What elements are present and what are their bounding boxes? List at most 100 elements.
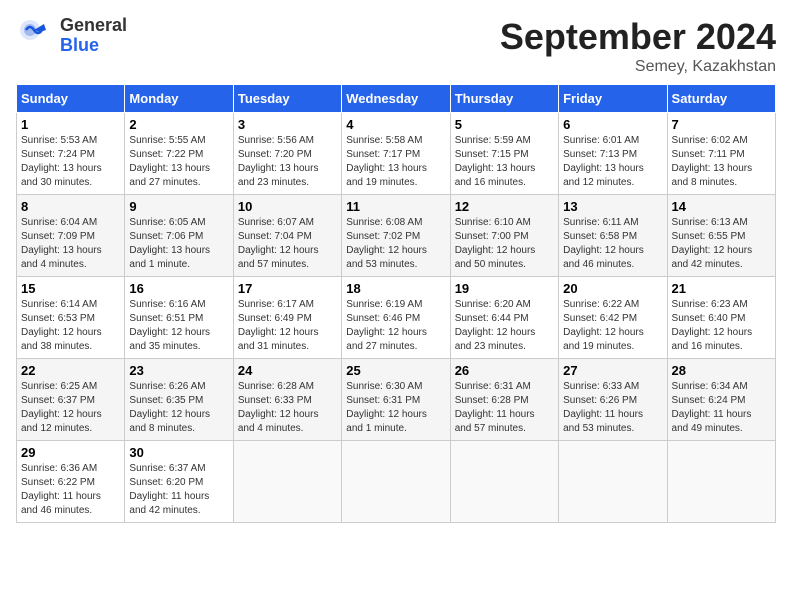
day-info: Sunrise: 6:14 AM Sunset: 6:53 PM Dayligh… — [21, 299, 102, 352]
table-row — [450, 441, 558, 523]
table-row: 28Sunrise: 6:34 AM Sunset: 6:24 PM Dayli… — [667, 359, 775, 441]
day-info: Sunrise: 6:34 AM Sunset: 6:24 PM Dayligh… — [672, 381, 752, 434]
day-number: 8 — [21, 199, 120, 214]
day-number: 4 — [346, 117, 445, 132]
table-row: 22 Sunrise: 6:25 AM Sunset: 6:37 PM Dayli… — [17, 359, 125, 441]
table-row: 14 Sunrise: 6:13 AM Sunset: 6:55 PM Dayli… — [667, 195, 775, 277]
table-row — [559, 441, 667, 523]
day-number: 7 — [672, 117, 771, 132]
table-row: 7 Sunrise: 6:02 AM Sunset: 7:11 PM Daylig… — [667, 113, 775, 195]
day-info: Sunrise: 5:58 AM Sunset: 7:17 PM Dayligh… — [346, 135, 427, 188]
day-info: Sunrise: 6:08 AM Sunset: 7:02 PM Dayligh… — [346, 217, 427, 270]
logo-text: General Blue — [60, 16, 127, 56]
day-number: 2 — [129, 117, 228, 132]
day-info: Sunrise: 6:17 AM Sunset: 6:49 PM Dayligh… — [238, 299, 319, 352]
month-title: September 2024 — [500, 16, 776, 58]
col-sunday: Sunday — [17, 85, 125, 113]
day-number: 10 — [238, 199, 337, 214]
table-row: 1 Sunrise: 5:53 AM Sunset: 7:24 PM Daylig… — [17, 113, 125, 195]
day-number: 27 — [563, 363, 662, 378]
table-row: 10 Sunrise: 6:07 AM Sunset: 7:04 PM Dayli… — [233, 195, 341, 277]
day-number: 1 — [21, 117, 120, 132]
day-number: 21 — [672, 281, 771, 296]
calendar-table: Sunday Monday Tuesday Wednesday Thursday… — [16, 84, 776, 523]
day-info: Sunrise: 6:23 AM Sunset: 6:40 PM Dayligh… — [672, 299, 753, 352]
table-row: 6 Sunrise: 6:01 AM Sunset: 7:13 PM Daylig… — [559, 113, 667, 195]
day-info: Sunrise: 6:10 AM Sunset: 7:00 PM Dayligh… — [455, 217, 536, 270]
day-number: 12 — [455, 199, 554, 214]
table-row — [233, 441, 341, 523]
table-row — [342, 441, 450, 523]
table-row: 13 Sunrise: 6:11 AM Sunset: 6:58 PM Dayli… — [559, 195, 667, 277]
day-info: Sunrise: 6:11 AM Sunset: 6:58 PM Dayligh… — [563, 217, 644, 270]
day-number: 17 — [238, 281, 337, 296]
day-number: 19 — [455, 281, 554, 296]
table-row: 19Sunrise: 6:20 AM Sunset: 6:44 PM Dayli… — [450, 277, 558, 359]
day-info: Sunrise: 6:30 AM Sunset: 6:31 PM Dayligh… — [346, 381, 427, 434]
table-row: 9 Sunrise: 6:05 AM Sunset: 7:06 PM Daylig… — [125, 195, 233, 277]
day-info: Sunrise: 6:37 AM Sunset: 6:20 PM Dayligh… — [129, 463, 209, 516]
day-number: 20 — [563, 281, 662, 296]
day-info: Sunrise: 6:01 AM Sunset: 7:13 PM Dayligh… — [563, 135, 644, 188]
table-row: 26 Sunrise: 6:31 AM Sunset: 6:28 PM Dayli… — [450, 359, 558, 441]
table-row: 8Sunrise: 6:04 AM Sunset: 7:09 PM Daylig… — [17, 195, 125, 277]
day-info: Sunrise: 6:07 AM Sunset: 7:04 PM Dayligh… — [238, 217, 319, 270]
calendar-week-5: 29Sunrise: 6:36 AM Sunset: 6:22 PM Dayli… — [17, 441, 776, 523]
day-info: Sunrise: 6:25 AM Sunset: 6:37 PM Dayligh… — [21, 381, 102, 434]
table-row: 15 Sunrise: 6:14 AM Sunset: 6:53 PM Dayli… — [17, 277, 125, 359]
day-info: Sunrise: 5:59 AM Sunset: 7:15 PM Dayligh… — [455, 135, 536, 188]
day-info: Sunrise: 6:28 AM Sunset: 6:33 PM Dayligh… — [238, 381, 319, 434]
day-info: Sunrise: 6:16 AM Sunset: 6:51 PM Dayligh… — [129, 299, 210, 352]
day-info: Sunrise: 6:13 AM Sunset: 6:55 PM Dayligh… — [672, 217, 753, 270]
table-row: 3Sunrise: 5:56 AM Sunset: 7:20 PM Daylig… — [233, 113, 341, 195]
day-info: Sunrise: 6:22 AM Sunset: 6:42 PM Dayligh… — [563, 299, 644, 352]
calendar-week-2: 8Sunrise: 6:04 AM Sunset: 7:09 PM Daylig… — [17, 195, 776, 277]
day-info: Sunrise: 5:53 AM Sunset: 7:24 PM Dayligh… — [21, 135, 102, 188]
day-info: Sunrise: 6:31 AM Sunset: 6:28 PM Dayligh… — [455, 381, 535, 434]
table-row: 12 Sunrise: 6:10 AM Sunset: 7:00 PM Dayli… — [450, 195, 558, 277]
col-monday: Monday — [125, 85, 233, 113]
day-number: 23 — [129, 363, 228, 378]
day-number: 24 — [238, 363, 337, 378]
day-number: 16 — [129, 281, 228, 296]
table-row — [667, 441, 775, 523]
day-number: 29 — [21, 445, 120, 460]
table-row: 4 Sunrise: 5:58 AM Sunset: 7:17 PM Daylig… — [342, 113, 450, 195]
logo-blue: Blue — [60, 36, 127, 56]
table-row: 21 Sunrise: 6:23 AM Sunset: 6:40 PM Dayli… — [667, 277, 775, 359]
table-row: 18Sunrise: 6:19 AM Sunset: 6:46 PM Dayli… — [342, 277, 450, 359]
table-row: 11 Sunrise: 6:08 AM Sunset: 7:02 PM Dayli… — [342, 195, 450, 277]
logo-general: General — [60, 16, 127, 36]
day-number: 9 — [129, 199, 228, 214]
day-info: Sunrise: 6:26 AM Sunset: 6:35 PM Dayligh… — [129, 381, 210, 434]
day-number: 11 — [346, 199, 445, 214]
page-header: General Blue September 2024 Semey, Kazak… — [16, 16, 776, 76]
day-number: 5 — [455, 117, 554, 132]
table-row: 16 Sunrise: 6:16 AM Sunset: 6:51 PM Dayli… — [125, 277, 233, 359]
calendar-header-row: Sunday Monday Tuesday Wednesday Thursday… — [17, 85, 776, 113]
table-row: 25 Sunrise: 6:30 AM Sunset: 6:31 PM Dayli… — [342, 359, 450, 441]
day-number: 6 — [563, 117, 662, 132]
table-row: 30Sunrise: 6:37 AM Sunset: 6:20 PM Dayli… — [125, 441, 233, 523]
day-info: Sunrise: 5:55 AM Sunset: 7:22 PM Dayligh… — [129, 135, 210, 188]
calendar-week-1: 1 Sunrise: 5:53 AM Sunset: 7:24 PM Daylig… — [17, 113, 776, 195]
day-number: 22 — [21, 363, 120, 378]
day-number: 13 — [563, 199, 662, 214]
day-number: 25 — [346, 363, 445, 378]
day-number: 26 — [455, 363, 554, 378]
table-row: 20 Sunrise: 6:22 AM Sunset: 6:42 PM Dayli… — [559, 277, 667, 359]
day-number: 15 — [21, 281, 120, 296]
day-info: Sunrise: 6:02 AM Sunset: 7:11 PM Dayligh… — [672, 135, 753, 188]
day-info: Sunrise: 6:33 AM Sunset: 6:26 PM Dayligh… — [563, 381, 643, 434]
table-row: 27 Sunrise: 6:33 AM Sunset: 6:26 PM Dayli… — [559, 359, 667, 441]
title-section: September 2024 Semey, Kazakhstan — [500, 16, 776, 76]
table-row: 24 Sunrise: 6:28 AM Sunset: 6:33 PM Dayli… — [233, 359, 341, 441]
col-tuesday: Tuesday — [233, 85, 341, 113]
table-row: 29Sunrise: 6:36 AM Sunset: 6:22 PM Dayli… — [17, 441, 125, 523]
day-number: 14 — [672, 199, 771, 214]
day-info: Sunrise: 5:56 AM Sunset: 7:20 PM Dayligh… — [238, 135, 319, 188]
table-row: 2 Sunrise: 5:55 AM Sunset: 7:22 PM Daylig… — [125, 113, 233, 195]
calendar-week-3: 15 Sunrise: 6:14 AM Sunset: 6:53 PM Dayli… — [17, 277, 776, 359]
day-info: Sunrise: 6:05 AM Sunset: 7:06 PM Dayligh… — [129, 217, 210, 270]
calendar-week-4: 22 Sunrise: 6:25 AM Sunset: 6:37 PM Dayli… — [17, 359, 776, 441]
